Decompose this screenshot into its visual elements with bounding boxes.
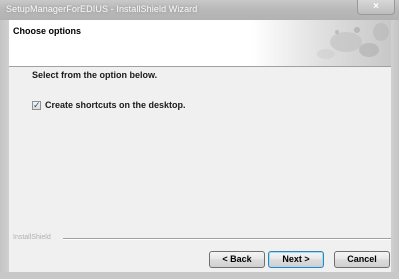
desktop-shortcut-label[interactable]: Create shortcuts on the desktop. <box>45 100 186 110</box>
checkmark-icon: ✓ <box>33 99 41 110</box>
window-frame-left <box>0 20 9 279</box>
page-title: Choose options <box>13 26 81 36</box>
window-frame-bottom <box>0 272 399 279</box>
wizard-header: Choose options <box>9 20 391 67</box>
title-bar[interactable]: SetupManagerForEDIUS - InstallShield Wiz… <box>0 0 399 20</box>
header-decoration-image <box>251 20 391 66</box>
installer-window: SetupManagerForEDIUS - InstallShield Wiz… <box>0 0 399 279</box>
option-row-desktop-shortcut[interactable]: ✓ Create shortcuts on the desktop. <box>32 99 186 111</box>
window-title: SetupManagerForEDIUS - InstallShield Wiz… <box>6 4 198 14</box>
installshield-brand: InstallShield <box>13 234 51 241</box>
next-button[interactable]: Next > <box>268 251 324 268</box>
close-button[interactable]: × <box>357 0 395 15</box>
footer-separator <box>63 238 391 240</box>
instruction-text: Select from the option below. <box>32 70 158 80</box>
window-frame-right <box>391 20 399 279</box>
close-icon: × <box>373 1 379 12</box>
desktop-shortcut-checkbox[interactable]: ✓ <box>32 99 41 110</box>
cancel-button[interactable]: Cancel <box>334 251 390 268</box>
back-button[interactable]: < Back <box>209 251 265 268</box>
